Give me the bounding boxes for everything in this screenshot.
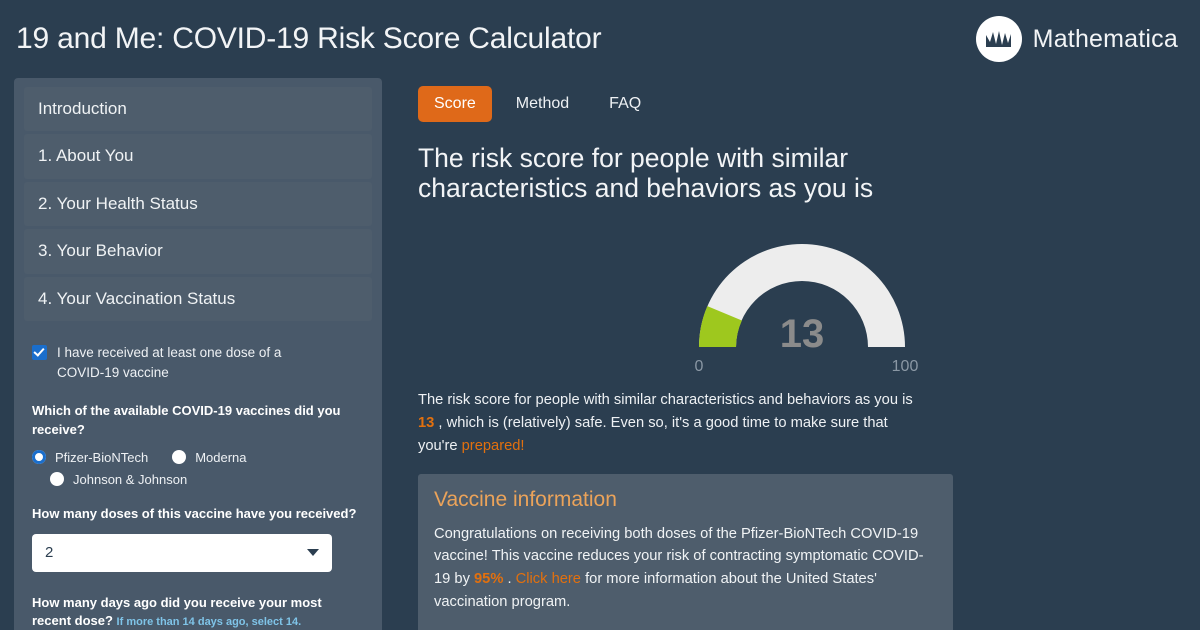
radio-pfizer-icon[interactable]	[32, 450, 46, 465]
score-summary-value: 13	[418, 415, 435, 432]
radio-moderna-icon[interactable]	[172, 450, 187, 465]
gauge-min-label: 0	[695, 358, 704, 375]
days-question-hint: If more than 14 days ago, select 14.	[116, 616, 302, 629]
radio-option-pfizer[interactable]: Pfizer-BioNTech	[32, 450, 148, 465]
radio-option-johnson-label: Johnson & Johnson	[73, 471, 188, 487]
received-dose-checkbox-label: I have received at least one dose of a C…	[57, 344, 282, 380]
received-dose-checkbox[interactable]	[32, 344, 47, 360]
vaccine-radio-row-1: Pfizer-BioNTech Moderna	[32, 450, 364, 465]
vaccine-radio-row-2: Johnson & Johnson	[32, 472, 364, 487]
card-efficacy-value: 95%	[474, 571, 504, 588]
tab-bar: Score Method FAQ	[418, 86, 1186, 122]
radio-option-moderna-label: Moderna	[195, 449, 247, 465]
page-header: 19 and Me: COVID-19 Risk Score Calculato…	[0, 0, 1200, 78]
main-heading: The risk score for people with similar c…	[418, 143, 874, 203]
sidebar-item-health-status[interactable]: 2. Your Health Status	[24, 181, 372, 227]
page-layout: Introduction 1. About You 2. Your Health…	[0, 78, 1200, 630]
sidebar-nav: Introduction 1. About You 2. Your Health…	[24, 87, 372, 321]
mathematica-wave-logo-icon	[975, 16, 1022, 62]
card-para1-part2: .	[503, 571, 516, 588]
doses-question-label: How many doses of this vaccine have you …	[32, 505, 357, 521]
vaccine-question-label: Which of the available COVID-19 vaccines…	[32, 403, 341, 437]
sidebar: Introduction 1. About You 2. Your Health…	[14, 78, 382, 630]
tab-method[interactable]: Method	[500, 86, 585, 122]
radio-johnson-icon[interactable]	[50, 472, 64, 487]
prepared-link[interactable]: prepared!	[462, 438, 525, 454]
main-content: Score Method FAQ The risk score for peop…	[418, 78, 1186, 630]
gauge-max-label: 100	[892, 358, 919, 375]
page-title: 19 and Me: COVID-19 Risk Score Calculato…	[16, 22, 602, 55]
gauge-value-label: 13	[780, 312, 825, 356]
radio-option-johnson[interactable]: Johnson & Johnson	[50, 472, 187, 487]
vaccine-radio-group: Pfizer-BioNTech Moderna Johnson & Johnso…	[32, 450, 364, 487]
radio-option-pfizer-label: Pfizer-BioNTech	[55, 449, 149, 465]
days-question-label: How many days ago did you receive your m…	[32, 594, 364, 630]
vaccination-form: I have received at least one dose of a C…	[24, 321, 372, 630]
vaccine-information-title: Vaccine information	[434, 487, 617, 511]
doses-select-value: 2	[45, 544, 54, 562]
risk-score-gauge: 13 0 100	[418, 219, 1186, 377]
score-summary-part1: The risk score for people with similar c…	[418, 392, 913, 409]
gauge-svg: 13 0 100	[695, 244, 919, 375]
chevron-down-icon	[307, 549, 319, 557]
brand-logo: Mathematica	[975, 16, 1182, 62]
tab-score[interactable]: Score	[418, 86, 492, 122]
sidebar-item-about-you[interactable]: 1. About You	[24, 134, 372, 179]
vaccine-information-card: Vaccine information Congratulations on r…	[418, 473, 953, 630]
doses-select[interactable]: 2	[32, 533, 332, 572]
vaccine-information-paragraph-1: Congratulations on receiving both doses …	[434, 523, 937, 614]
radio-option-moderna[interactable]: Moderna	[172, 449, 247, 465]
brand-name: Mathematica	[1032, 24, 1178, 53]
click-here-link[interactable]: Click here	[516, 571, 581, 587]
score-summary-paragraph: The risk score for people with similar c…	[418, 389, 926, 457]
sidebar-item-introduction[interactable]: Introduction	[24, 87, 372, 132]
tab-faq[interactable]: FAQ	[593, 86, 657, 122]
received-dose-checkbox-row[interactable]: I have received at least one dose of a C…	[32, 343, 364, 382]
sidebar-item-vaccination-status[interactable]: 4. Your Vaccination Status	[24, 276, 372, 321]
sidebar-item-your-behavior[interactable]: 3. Your Behavior	[24, 229, 372, 274]
